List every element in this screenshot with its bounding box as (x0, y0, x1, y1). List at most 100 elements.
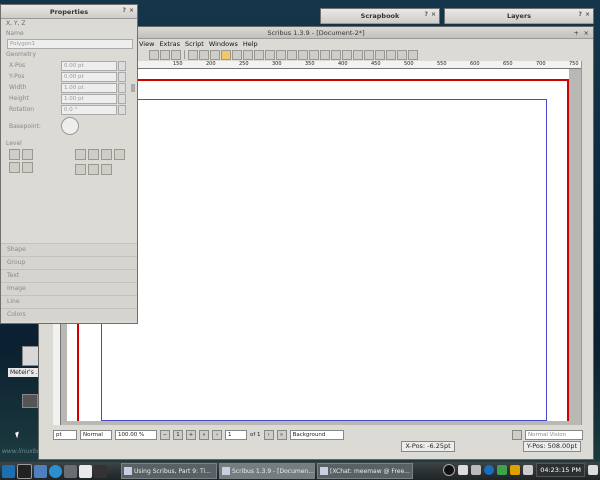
document-page[interactable] (67, 69, 569, 421)
print-icon[interactable] (149, 49, 159, 60)
flip-vertical-icon[interactable] (88, 149, 99, 160)
size-lock-icon[interactable] (114, 149, 125, 160)
y-pos-input[interactable]: 0.00 pt (61, 71, 117, 82)
tab-colors[interactable]: Colors (1, 308, 137, 321)
close-icon[interactable]: × (129, 7, 134, 14)
tab-text[interactable]: Text (1, 269, 137, 282)
task-browser[interactable]: Using Scribus, Part 9: Ti... (121, 463, 217, 479)
vertical-scrollbar[interactable] (581, 61, 593, 425)
xyz-tab[interactable]: X, Y, Z (1, 19, 137, 29)
zoom-100-icon[interactable]: 1 (173, 430, 183, 440)
zoom-in-icon[interactable]: + (186, 430, 196, 440)
menu-windows[interactable]: Windows (209, 40, 238, 48)
show-desktop-icon[interactable] (588, 465, 598, 475)
scrapbook-title[interactable]: Scrapbook ? × (321, 9, 439, 24)
freehand-icon[interactable] (287, 49, 297, 60)
tab-group[interactable]: Group (1, 256, 137, 269)
canvas-area[interactable] (61, 69, 581, 425)
clock[interactable]: 04:23:15 PM (536, 463, 585, 477)
last-page-icon[interactable]: » (276, 430, 287, 440)
layers-palette[interactable]: Layers ? × (444, 8, 594, 24)
close-icon[interactable]: × (584, 29, 589, 37)
rotation-input[interactable]: 0.0 ° (61, 104, 117, 115)
scrapbook-palette[interactable]: Scrapbook ? × (320, 8, 440, 24)
layers-title[interactable]: Layers ? × (445, 9, 593, 24)
prev-page-icon[interactable]: ‹ (212, 430, 222, 440)
zoom-out-icon[interactable]: − (160, 430, 170, 440)
ungroup-icon[interactable] (101, 164, 112, 175)
preview-mode-icon[interactable] (512, 430, 522, 440)
edit-contents-icon[interactable] (320, 49, 330, 60)
desktop-drive-icon[interactable] (22, 394, 38, 408)
flip-horizontal-icon[interactable] (75, 149, 86, 160)
task-xchat[interactable]: [XChat: meemaw @ Free... (317, 463, 413, 479)
editor-icon[interactable] (64, 464, 77, 478)
tab-shape[interactable]: Shape (1, 243, 137, 256)
pdf-checkbox-icon[interactable] (408, 49, 418, 60)
polygon-icon[interactable] (254, 49, 264, 60)
table-icon[interactable] (232, 49, 242, 60)
clipboard-icon[interactable] (458, 465, 469, 475)
file-manager-icon[interactable] (34, 464, 47, 478)
spinner[interactable] (118, 82, 126, 93)
spinner[interactable] (118, 71, 126, 82)
width-input[interactable]: 1.00 pt (61, 82, 117, 93)
update-icon[interactable] (497, 465, 508, 475)
view-mode-select[interactable]: Normal Vision (525, 430, 583, 440)
lower-icon[interactable] (22, 162, 33, 173)
first-page-icon[interactable]: « (199, 430, 209, 440)
layer-select[interactable]: Background (289, 430, 344, 440)
preflight-icon[interactable] (160, 49, 170, 60)
maximize-icon[interactable]: + (574, 29, 579, 37)
chain-link-icon[interactable] (131, 83, 135, 92)
menu-help[interactable]: Help (243, 40, 258, 48)
task-scribus[interactable]: Scribus 1.3.9 - [Documen... (219, 463, 315, 479)
next-page-icon[interactable]: › (263, 430, 274, 440)
menu-extras[interactable]: Extras (159, 40, 180, 48)
network-icon[interactable] (471, 465, 482, 475)
spinner[interactable] (118, 60, 126, 71)
group-icon[interactable] (88, 164, 99, 175)
render-frame-icon[interactable] (221, 49, 231, 60)
menu-script[interactable]: Script (185, 40, 204, 48)
name-input[interactable]: Polygon1 (7, 39, 133, 49)
lock-icon[interactable] (101, 149, 112, 160)
x-pos-input[interactable]: 0.00 pt (61, 60, 117, 71)
close-icon[interactable]: × (585, 11, 590, 18)
render-mode-select[interactable]: Normal (80, 430, 112, 440)
page-number-input[interactable]: 1 (225, 430, 247, 440)
raise-icon[interactable] (22, 149, 33, 160)
tab-image[interactable]: Image (1, 282, 137, 295)
help-icon[interactable]: ? (578, 11, 581, 18)
unit-select[interactable]: pt (53, 430, 77, 440)
hp-icon[interactable] (484, 465, 495, 475)
tab-line[interactable]: Line (1, 295, 137, 308)
pdf-field-icon[interactable] (397, 49, 407, 60)
browser-icon[interactable] (49, 464, 62, 478)
raise-to-top-icon[interactable] (9, 149, 20, 160)
eyedropper-icon[interactable] (375, 49, 385, 60)
spinner[interactable] (118, 93, 126, 104)
app-menu-icon[interactable] (2, 464, 15, 478)
close-icon[interactable]: × (431, 11, 436, 18)
height-input[interactable]: 1.00 pt (61, 93, 117, 104)
properties-titlebar[interactable]: Properties ? × (1, 5, 137, 19)
unlink-frames-icon[interactable] (342, 49, 352, 60)
help-icon[interactable]: ? (424, 11, 427, 18)
menu-view[interactable]: View (139, 40, 154, 48)
pdf-icon[interactable] (171, 49, 181, 60)
link-frames-icon[interactable] (331, 49, 341, 60)
copy-properties-icon[interactable] (364, 49, 374, 60)
battery-icon[interactable] (510, 465, 521, 475)
pdf-button-icon[interactable] (386, 49, 396, 60)
measure-icon[interactable] (353, 49, 363, 60)
text-frame-icon[interactable] (199, 49, 209, 60)
help-icon[interactable]: ? (122, 7, 125, 14)
rotate-icon[interactable] (298, 49, 308, 60)
document-icon[interactable] (79, 464, 92, 478)
zoom-icon[interactable] (309, 49, 319, 60)
shape-icon[interactable] (243, 49, 253, 60)
volume-icon[interactable] (523, 465, 534, 475)
lower-to-bottom-icon[interactable] (9, 162, 20, 173)
no-print-icon[interactable] (75, 164, 86, 175)
